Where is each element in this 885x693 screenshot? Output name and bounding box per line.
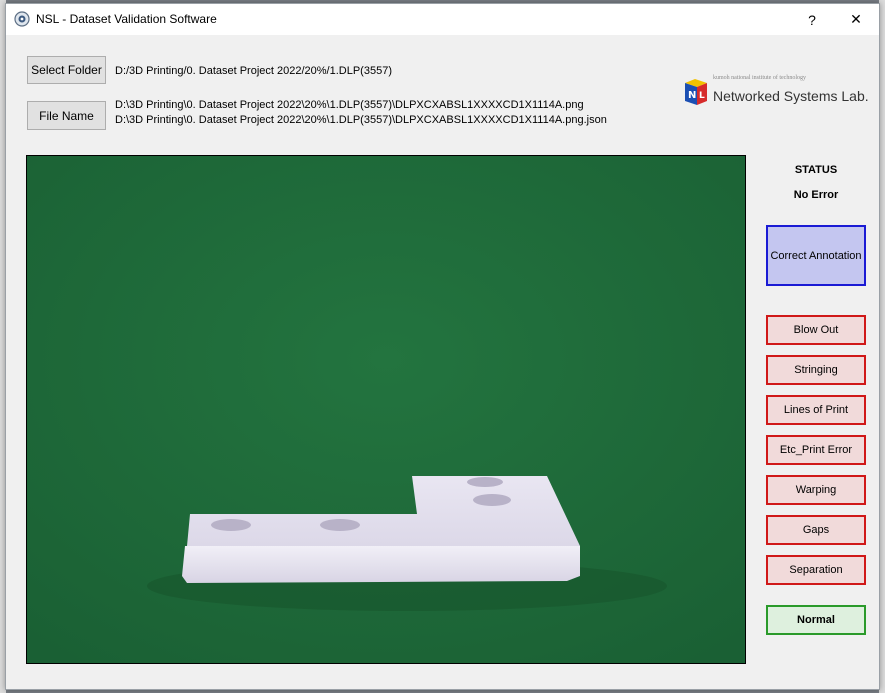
status-value: No Error bbox=[793, 189, 839, 201]
stringing-button[interactable]: Stringing bbox=[766, 355, 866, 385]
separation-button[interactable]: Separation bbox=[766, 555, 866, 585]
window-title: NSL - Dataset Validation Software bbox=[36, 12, 217, 26]
json-path-text: D:\3D Printing\0. Dataset Project 2022\2… bbox=[115, 114, 607, 126]
select-folder-button[interactable]: Select Folder bbox=[27, 56, 106, 84]
printed-part-image bbox=[27, 156, 745, 663]
nsl-logo-icon: N L bbox=[685, 79, 707, 105]
normal-button[interactable]: Normal bbox=[766, 605, 866, 635]
image-path-text: D:\3D Printing\0. Dataset Project 2022\2… bbox=[115, 99, 584, 111]
title-bar: NSL - Dataset Validation Software ? ✕ bbox=[6, 4, 879, 35]
blow-out-button[interactable]: Blow Out bbox=[766, 315, 866, 345]
folder-path-text: D:/3D Printing/0. Dataset Project 2022/2… bbox=[115, 65, 392, 77]
etc-print-error-button[interactable]: Etc_Print Error bbox=[766, 435, 866, 465]
app-icon bbox=[14, 11, 30, 27]
svg-text:L: L bbox=[699, 91, 705, 101]
image-preview-panel bbox=[26, 155, 746, 664]
file-name-button[interactable]: File Name bbox=[27, 101, 106, 130]
correct-annotation-button[interactable]: Correct Annotation bbox=[766, 225, 866, 286]
warping-button[interactable]: Warping bbox=[766, 475, 866, 505]
gaps-button[interactable]: Gaps bbox=[766, 515, 866, 545]
logo-lab-name: Networked Systems Lab. bbox=[713, 88, 869, 104]
logo-institute-text: kumoh national institute of technology bbox=[713, 75, 806, 81]
dataset-validation-window: NSL - Dataset Validation Software ? ✕ Se… bbox=[5, 3, 880, 690]
lines-of-print-button[interactable]: Lines of Print bbox=[766, 395, 866, 425]
close-button[interactable]: ✕ bbox=[834, 4, 878, 35]
nsl-logo: N L kumoh national institute of technolo… bbox=[682, 75, 869, 111]
status-title: STATUS bbox=[794, 164, 838, 176]
svg-text:N: N bbox=[688, 90, 696, 101]
help-button[interactable]: ? bbox=[790, 4, 834, 35]
